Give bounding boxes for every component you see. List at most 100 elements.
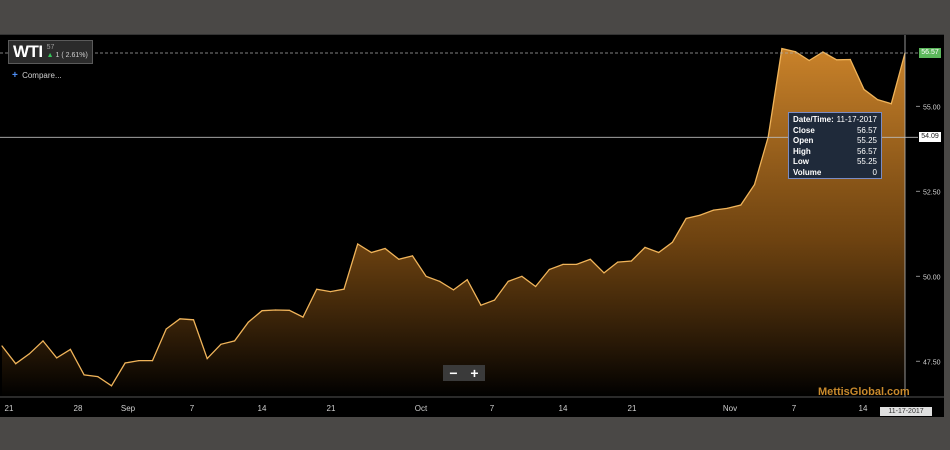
data-point: [329, 291, 331, 293]
data-point: [165, 328, 167, 330]
tooltip-row: Close 56.57: [793, 126, 877, 137]
tooltip-label: Volume: [793, 167, 822, 177]
data-point: [808, 59, 810, 62]
data-point: [781, 48, 783, 50]
x-tick-label: 14: [258, 404, 267, 413]
x-tick-label: 14: [559, 404, 568, 413]
data-point: [151, 360, 154, 362]
data-point: [753, 184, 756, 186]
data-point: [15, 363, 17, 365]
x-tick-label: 21: [327, 404, 336, 413]
data-point: [97, 376, 99, 378]
plus-icon: +: [12, 70, 18, 81]
data-tooltip: Date/Time: 11-17-2017 Close 56.57 Open 55.25 H…: [788, 112, 882, 179]
data-point: [535, 285, 537, 288]
data-point: [671, 241, 674, 243]
data-point: [83, 374, 85, 376]
chart-area[interactable]: 47.50 50.00 52.50 55.00 21 28 Sep 7 14 21 Oct 7 14 21…: [0, 34, 944, 417]
data-point: [576, 263, 578, 265]
tooltip-row: Open 55.25: [793, 136, 877, 147]
data-point: [836, 59, 838, 61]
data-point: [507, 280, 509, 282]
data-point: [548, 268, 550, 271]
data-point: [275, 309, 277, 311]
tooltip-label: High: [793, 146, 811, 156]
tooltip-label: Date/Time:: [793, 115, 834, 124]
x-tick-label: Sep: [121, 404, 136, 413]
zoom-out-button[interactable]: −: [449, 366, 457, 380]
data-point: [439, 280, 441, 282]
data-point: [316, 288, 318, 290]
y-tick-label: 52.50: [923, 189, 941, 196]
data-point: [192, 319, 195, 321]
data-point: [357, 243, 359, 245]
data-point: [124, 362, 126, 364]
tooltip-value: 11-17-2017: [836, 115, 877, 124]
x-tick-label: 7: [490, 404, 495, 413]
watermark: MettisGlobal.com: [818, 386, 910, 398]
y-tick-label: 47.50: [923, 359, 941, 366]
data-point: [206, 358, 208, 360]
tooltip-label: Open: [793, 136, 814, 145]
y-tick-label: 55.00: [923, 104, 941, 111]
data-point: [179, 318, 181, 320]
data-point: [863, 88, 865, 90]
data-point: [138, 360, 140, 362]
x-tick-label: 28: [74, 404, 83, 413]
data-point: [411, 255, 414, 257]
data-point: [343, 288, 345, 290]
tooltip-label: Low: [793, 157, 809, 166]
data-point: [69, 348, 71, 350]
tooltip-value: 56.57: [856, 146, 877, 156]
tooltip-row: Volume 0: [793, 168, 877, 179]
tooltip-row: Low 55.25: [793, 157, 877, 168]
compare-label: Compare...: [22, 71, 62, 80]
data-point: [1, 345, 3, 347]
data-point: [466, 279, 468, 281]
symbol-name: WTI: [13, 42, 43, 61]
tooltip-value: 0: [872, 167, 877, 177]
price-change: ▲ 1 ( 2.61%): [47, 52, 88, 60]
data-point: [234, 340, 236, 342]
data-point: [288, 309, 290, 311]
x-tick-label: Nov: [723, 404, 737, 413]
x-tick-label: Oct: [415, 404, 428, 413]
data-point: [261, 310, 263, 312]
zoom-controls: − +: [443, 365, 485, 381]
x-tick-label: 7: [190, 404, 195, 413]
data-point: [110, 385, 113, 387]
symbol-badge: WTI 57 ▲ 1 ( 2.61%): [8, 40, 93, 64]
data-point: [370, 251, 372, 254]
symbol-sub: 57: [46, 44, 55, 51]
x-tick-label: 21: [5, 404, 14, 413]
data-point: [302, 316, 304, 318]
data-point: [658, 251, 660, 254]
data-point: [384, 247, 386, 250]
tooltip-row: High 56.57: [793, 147, 877, 158]
data-point: [877, 99, 879, 101]
zoom-in-button[interactable]: +: [470, 366, 478, 380]
data-point: [56, 357, 58, 359]
x-tick-label: 21: [628, 404, 637, 413]
data-point: [589, 258, 591, 260]
data-point: [617, 261, 619, 263]
data-point: [794, 51, 797, 53]
data-point: [726, 207, 728, 209]
data-point: [740, 204, 742, 206]
data-point: [493, 299, 496, 301]
data-point: [247, 321, 249, 323]
symbol-meta: 57 ▲ 1 ( 2.61%): [47, 44, 88, 60]
tooltip-value: 55.25: [856, 136, 877, 145]
data-point: [28, 353, 30, 355]
data-point: [562, 263, 564, 265]
tooltip-label: Close: [793, 125, 815, 135]
data-point: [480, 304, 482, 306]
compare-button[interactable]: + Compare...: [12, 70, 62, 81]
up-arrow-icon: ▲: [46, 52, 54, 59]
data-point: [890, 103, 892, 105]
price-chart[interactable]: 47.50 50.00 52.50 55.00 21 28 Sep 7 14 21 Oct 7 14 21…: [0, 35, 944, 417]
data-point: [822, 51, 824, 53]
data-point: [849, 58, 851, 61]
cursor-date-badge: 11-17-2017: [880, 407, 932, 416]
data-point: [603, 272, 605, 274]
